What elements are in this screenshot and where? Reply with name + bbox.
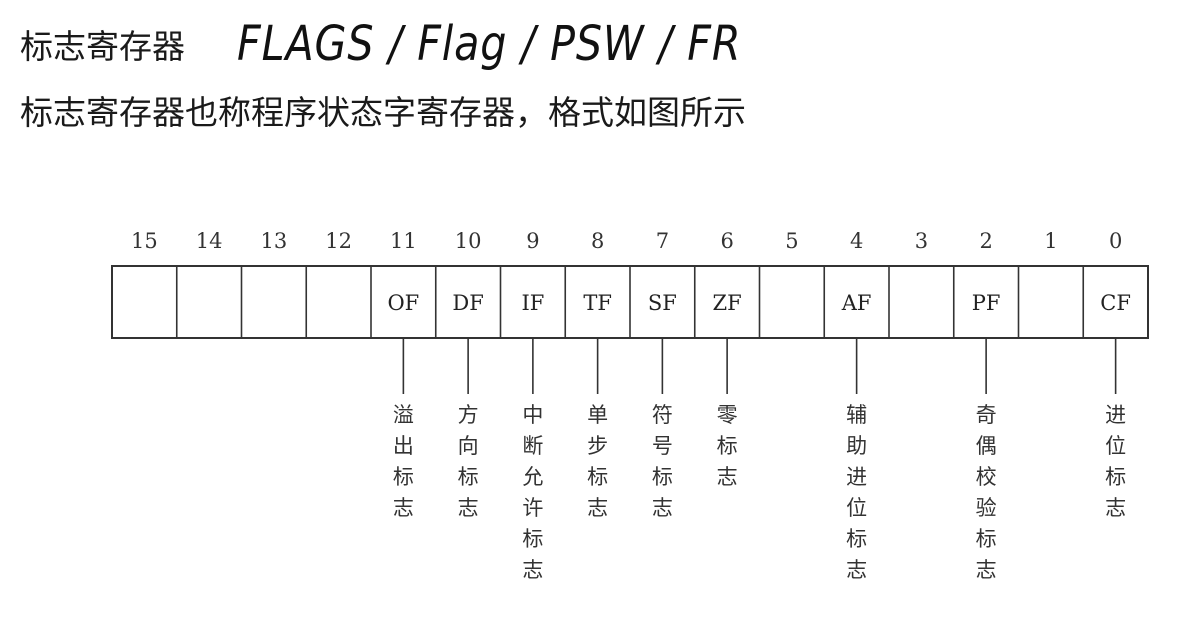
flag-abbreviation: DF [452, 291, 483, 315]
flag-description-char: 号 [652, 434, 673, 458]
flag-description-char: 助 [846, 434, 867, 458]
flag-description-char: 允 [522, 465, 543, 489]
flag-description-char: 单 [587, 403, 608, 427]
flag-description-char: 志 [458, 496, 479, 520]
flags-register-diagram: 15 14 13 12 11OF溢出标志10DF方向标志9IF中断允许标志8TF单步标志… [111, 229, 1149, 582]
flag-description-char: 验 [976, 496, 997, 520]
flag-abbreviation: SF [648, 291, 677, 315]
bit-number: 1 [1044, 229, 1057, 253]
flag-description-char: 位 [846, 496, 867, 520]
bit-number: 0 [1109, 229, 1122, 253]
flag-description-char: 中 [522, 403, 543, 427]
bit-number: 12 [325, 229, 352, 253]
flag-description-char: 位 [1105, 434, 1126, 458]
flag-abbreviation: ZF [713, 291, 742, 315]
flag-description-char: 志 [393, 496, 414, 520]
bit-number: 11 [390, 229, 417, 253]
flag-description-char: 奇 [976, 403, 997, 427]
flag-description-char: 溢 [393, 403, 414, 427]
flag-description-char: 志 [717, 465, 738, 489]
bit-number: 5 [785, 229, 798, 253]
flag-description-char: 标 [393, 465, 414, 489]
flag-description-char: 断 [522, 434, 543, 458]
flag-description-char: 标 [587, 465, 608, 489]
bit-number: 9 [526, 229, 539, 253]
flag-description-char: 零 [717, 403, 738, 427]
flag-abbreviation: IF [521, 291, 544, 315]
flag-description-char: 进 [846, 465, 867, 489]
bit-number: 4 [850, 229, 863, 253]
flag-description-char: 志 [652, 496, 673, 520]
bit-number: 3 [915, 229, 928, 253]
flag-description-char: 出 [393, 434, 414, 458]
flag-abbreviation: CF [1100, 291, 1131, 315]
flag-description-char: 符 [652, 403, 673, 427]
flag-description-char: 标 [652, 465, 673, 489]
flag-description-char: 标 [846, 527, 867, 551]
flag-abbreviation: TF [583, 291, 612, 315]
flag-description-char: 步 [587, 434, 608, 458]
flag-description-char: 标 [458, 465, 479, 489]
flag-description-char: 校 [976, 465, 997, 489]
flag-description-char: 辅 [846, 403, 867, 427]
bit-number: 8 [591, 229, 604, 253]
bit-number: 13 [261, 229, 288, 253]
flag-description-char: 志 [522, 558, 543, 582]
bit-number: 6 [720, 229, 733, 253]
flag-description-char: 方 [458, 403, 479, 427]
bit-number: 10 [455, 229, 482, 253]
flag-description-char: 许 [522, 496, 543, 520]
flag-abbreviation: OF [387, 291, 419, 315]
bit-number: 2 [979, 229, 992, 253]
flag-description-char: 标 [1105, 465, 1126, 489]
flag-description-char: 向 [458, 434, 479, 458]
flag-description-char: 志 [1105, 496, 1126, 520]
bit-number: 14 [196, 229, 223, 253]
flag-description-char: 标 [522, 527, 543, 551]
flag-description-char: 志 [846, 558, 867, 582]
flag-description-char: 志 [587, 496, 608, 520]
flag-description-char: 志 [976, 558, 997, 582]
bit-number: 7 [656, 229, 669, 253]
flag-description-char: 标 [717, 434, 738, 458]
flag-abbreviation: PF [972, 291, 1001, 315]
bit-number: 15 [131, 229, 158, 253]
flag-description-char: 偶 [976, 434, 997, 458]
flag-description-char: 进 [1105, 403, 1126, 427]
flag-description-char: 标 [976, 527, 997, 551]
flag-abbreviation: AF [841, 291, 872, 315]
